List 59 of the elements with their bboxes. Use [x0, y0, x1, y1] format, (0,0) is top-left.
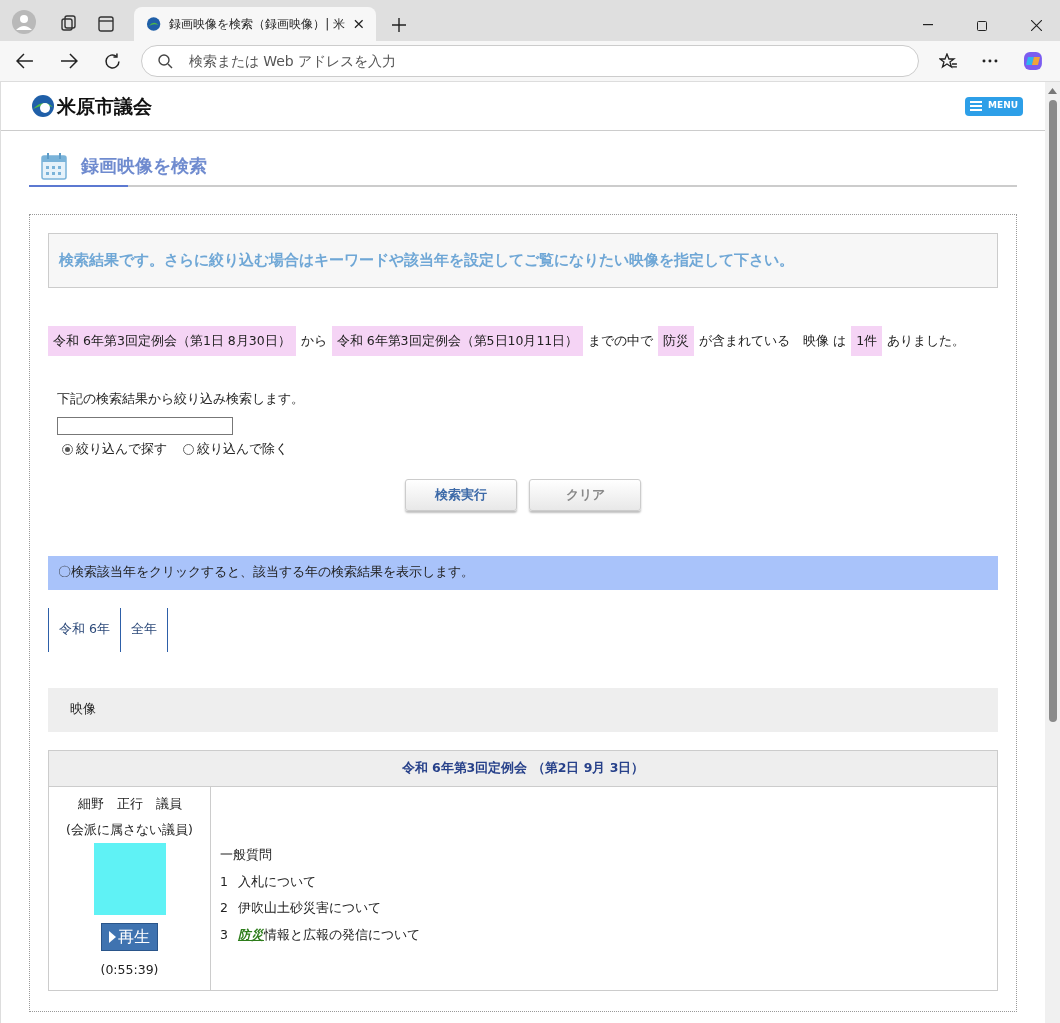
year-info-bar: 〇検索該当年をクリックすると、該当する年の検索結果を表示します。: [48, 555, 998, 590]
maximize-icon[interactable]: [977, 21, 987, 31]
site-logo[interactable]: 米原市議会: [57, 91, 152, 121]
agenda-item: 一般質問: [220, 845, 272, 864]
search-condition: 1件: [851, 325, 883, 357]
tab-title: 録画映像を検索（録画映像）| 米: [169, 16, 347, 33]
copilot-icon[interactable]: [1022, 50, 1044, 72]
close-window-icon[interactable]: [1031, 20, 1042, 31]
speaker-name: 細野 正行 議員: [77, 794, 182, 813]
agenda-item: 伊吹山土砂災害について: [237, 899, 381, 918]
menu-icon: [970, 101, 983, 111]
radio-label[interactable]: 絞り込んで除く: [197, 440, 288, 459]
summary-text: から: [300, 331, 327, 350]
radio-button[interactable]: [183, 443, 194, 455]
reload-icon[interactable]: [103, 52, 121, 70]
close-icon[interactable]: [354, 19, 364, 29]
play-button[interactable]: 再生: [101, 923, 158, 952]
agenda-item: 入札について: [237, 872, 316, 891]
page-title: 録画映像を検索: [81, 154, 207, 178]
keyword-link[interactable]: 防災: [237, 926, 264, 945]
summary-text: までの中で: [588, 331, 654, 350]
collections-icon[interactable]: [60, 14, 78, 32]
site-logo-icon: [146, 16, 162, 32]
faction-name: (会派に属さない議員): [66, 820, 193, 839]
minimize-icon[interactable]: [923, 24, 933, 26]
agenda-item: 情報と広報の発信について: [263, 926, 420, 945]
calendar-icon: [41, 153, 67, 180]
year-tab[interactable]: 全年: [119, 607, 168, 652]
session-header: 令和 6年第3回定例会 （第2日 9月 3日）: [49, 750, 997, 787]
scroll-up-icon: [1048, 88, 1057, 94]
scrollbar[interactable]: [1045, 82, 1060, 1023]
refine-input[interactable]: [57, 417, 233, 435]
item-number: 1: [220, 872, 228, 891]
favorites-icon[interactable]: [939, 52, 959, 70]
section-header: 映像: [48, 687, 998, 732]
search-condition: 令和 6年第3回定例会（第1日 8月30日）: [48, 325, 296, 357]
notice-box: 検索結果です。さらに絞り込む場合はキーワードや該当年を設定してご覧になりたい映像を指定して下さい。: [48, 233, 998, 288]
search-condition: 令和 6年第3回定例会（第5日10月11日）: [331, 325, 584, 357]
search-condition: 防災: [658, 325, 695, 357]
radio-label[interactable]: 絞り込んで探す: [76, 440, 167, 459]
forward-icon[interactable]: [59, 53, 78, 69]
search-icon: [157, 53, 173, 69]
more-icon[interactable]: [982, 59, 999, 63]
item-number: 2: [220, 899, 228, 918]
refine-label: 下記の検索結果から絞り込み検索します。: [57, 390, 305, 409]
summary-text: が含まれている 映像 は: [699, 331, 847, 350]
duration: (0:55:39): [100, 961, 159, 980]
year-tab[interactable]: 令和 6年: [48, 607, 120, 652]
radio-button[interactable]: [62, 443, 73, 455]
back-icon[interactable]: [16, 53, 34, 69]
tab-panel-icon[interactable]: [98, 16, 114, 32]
logo-icon: [31, 94, 55, 118]
browser-tab[interactable]: 録画映像を検索（録画映像）| 米: [134, 7, 376, 41]
summary-text: ありました。: [887, 331, 966, 350]
item-number: 3: [220, 926, 228, 945]
address-bar[interactable]: 検索または Web アドレスを入力: [140, 45, 920, 77]
action-button[interactable]: 検索実行: [405, 478, 517, 511]
new-tab-icon[interactable]: [392, 18, 406, 32]
play-icon: [109, 931, 116, 944]
